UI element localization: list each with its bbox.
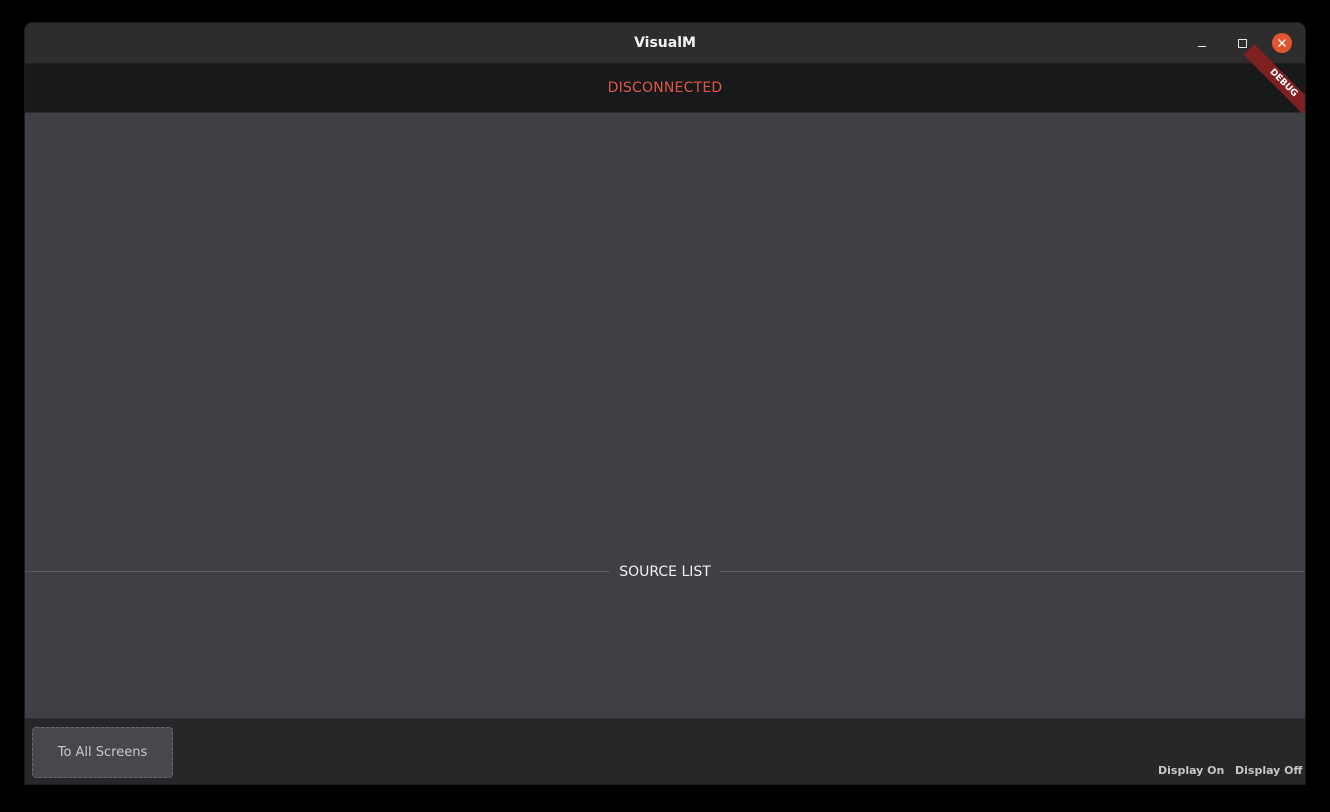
title-bar: VisualM — [25, 23, 1305, 64]
to-all-screens-button[interactable]: To All Screens — [32, 727, 173, 778]
close-icon — [1278, 39, 1286, 47]
connection-status-bar: DISCONNECTED DEBUG — [25, 44, 1305, 123]
source-list-heading: SOURCE LIST — [610, 562, 720, 582]
bottom-bar: To All Screens Display On Display Off — [25, 718, 1305, 784]
minimize-button[interactable] — [1192, 33, 1212, 53]
maximize-icon — [1237, 38, 1247, 48]
app-window: VisualM DISCONNECTED DEBUG SOURCE LIST T… — [25, 23, 1305, 784]
preview-area — [25, 113, 1305, 571]
window-title: VisualM — [634, 35, 696, 51]
display-off-button[interactable]: Display Off — [1235, 764, 1302, 777]
minimize-icon — [1198, 45, 1206, 47]
source-list — [25, 583, 1305, 718]
close-button[interactable] — [1272, 33, 1292, 53]
connection-status: DISCONNECTED — [607, 80, 723, 96]
display-on-button[interactable]: Display On — [1158, 764, 1224, 777]
